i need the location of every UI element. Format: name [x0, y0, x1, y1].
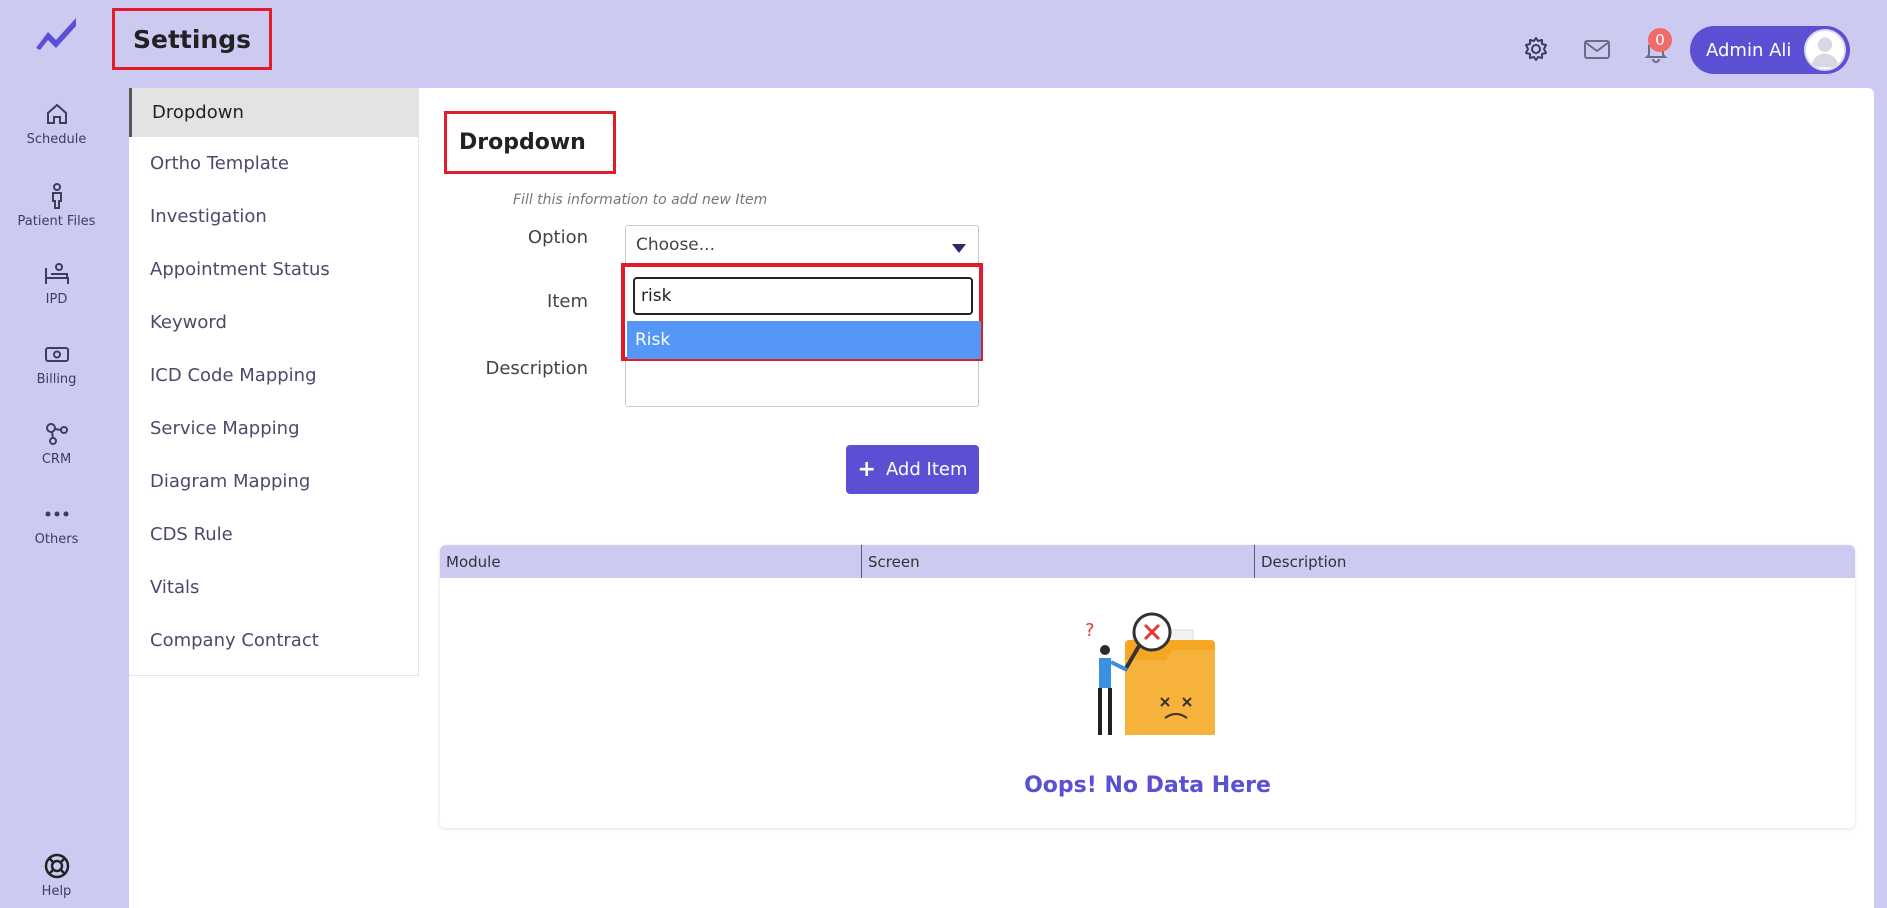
column-header-module[interactable]: Module	[440, 545, 862, 578]
description-field[interactable]	[625, 361, 979, 407]
home-icon	[46, 103, 67, 124]
column-header-description[interactable]: Description	[1255, 545, 1855, 578]
items-table: Module Screen Description ? Oops! No Dat…	[440, 545, 1855, 828]
add-item-button[interactable]: + Add Item	[846, 445, 979, 494]
form-hint: Fill this information to add new Item	[513, 192, 768, 208]
lifebuoy-icon	[44, 853, 69, 879]
gear-icon[interactable]	[1521, 34, 1551, 64]
rail-item-schedule[interactable]: Schedule	[0, 100, 113, 147]
logo-icon[interactable]	[32, 14, 80, 54]
rail-item-billing[interactable]: Billing	[0, 340, 113, 387]
rail-label-billing: Billing	[36, 372, 77, 387]
rail-label-help: Help	[41, 884, 72, 899]
submenu-item-icd-code-mapping[interactable]: ICD Code Mapping	[129, 349, 418, 402]
submenu-item-dropdown[interactable]: Dropdown	[129, 88, 418, 137]
rail-label-ipd: IPD	[45, 292, 68, 307]
person-icon	[51, 183, 62, 209]
bed-icon	[44, 263, 69, 284]
submenu-item-service-mapping[interactable]: Service Mapping	[129, 402, 418, 455]
section-title: Dropdown	[444, 111, 616, 174]
column-header-screen[interactable]: Screen	[862, 545, 1255, 578]
rail-item-help[interactable]: Help	[0, 852, 113, 899]
add-item-label: Add Item	[885, 459, 968, 480]
option-select[interactable]: Choose...	[625, 225, 979, 265]
submenu-item-company-contract[interactable]: Company Contract	[129, 614, 418, 667]
rail-label-others: Others	[34, 532, 79, 547]
submenu-item-diagram-mapping[interactable]: Diagram Mapping	[129, 455, 418, 508]
item-label: Item	[547, 291, 588, 312]
rail-item-patient-files[interactable]: Patient Files	[0, 182, 113, 229]
submenu-item-vitals[interactable]: Vitals	[129, 561, 418, 614]
no-data-illustration: ?	[1085, 612, 1215, 735]
avatar	[1804, 29, 1846, 71]
option-label: Option	[527, 227, 588, 248]
mail-icon[interactable]	[1582, 34, 1612, 64]
caret-down-icon	[952, 244, 966, 253]
user-menu-button[interactable]: Admin Ali	[1690, 26, 1850, 74]
settings-submenu: Dropdown Ortho Template Investigation Ap…	[129, 88, 419, 676]
description-label: Description	[485, 358, 588, 379]
crm-icon	[45, 423, 68, 445]
table-header: Module Screen Description	[440, 545, 1855, 578]
dropdown-option-risk[interactable]: Risk	[627, 321, 981, 359]
more-icon	[45, 511, 68, 517]
rail-item-ipd[interactable]: IPD	[0, 260, 113, 307]
submenu-item-investigation[interactable]: Investigation	[129, 190, 418, 243]
dropdown-search-input[interactable]	[633, 277, 973, 315]
rail-label-patient-files: Patient Files	[17, 214, 96, 229]
option-select-value: Choose...	[636, 235, 715, 255]
page-title: Settings	[112, 8, 272, 70]
user-name: Admin Ali	[1706, 39, 1792, 61]
option-dropdown-panel: Risk	[621, 263, 983, 361]
plus-icon: +	[857, 456, 876, 482]
rail-label-crm: CRM	[41, 452, 72, 467]
submenu-item-keyword[interactable]: Keyword	[129, 296, 418, 349]
rail-label-schedule: Schedule	[26, 132, 87, 147]
rail-item-others[interactable]: Others	[0, 500, 113, 547]
billing-icon	[44, 347, 69, 362]
submenu-item-appointment-status[interactable]: Appointment Status	[129, 243, 418, 296]
submenu-item-cds-rule[interactable]: CDS Rule	[129, 508, 418, 561]
left-rail: Schedule Patient Files IPD Billing CRM O…	[0, 0, 128, 908]
svg-text:?: ?	[1085, 620, 1095, 641]
user-silhouette-icon	[1811, 37, 1839, 68]
notification-badge: 0	[1648, 28, 1672, 52]
rail-item-crm[interactable]: CRM	[0, 420, 113, 467]
submenu-item-ortho-template[interactable]: Ortho Template	[129, 137, 418, 190]
empty-state-message: Oops! No Data Here	[1024, 773, 1271, 798]
